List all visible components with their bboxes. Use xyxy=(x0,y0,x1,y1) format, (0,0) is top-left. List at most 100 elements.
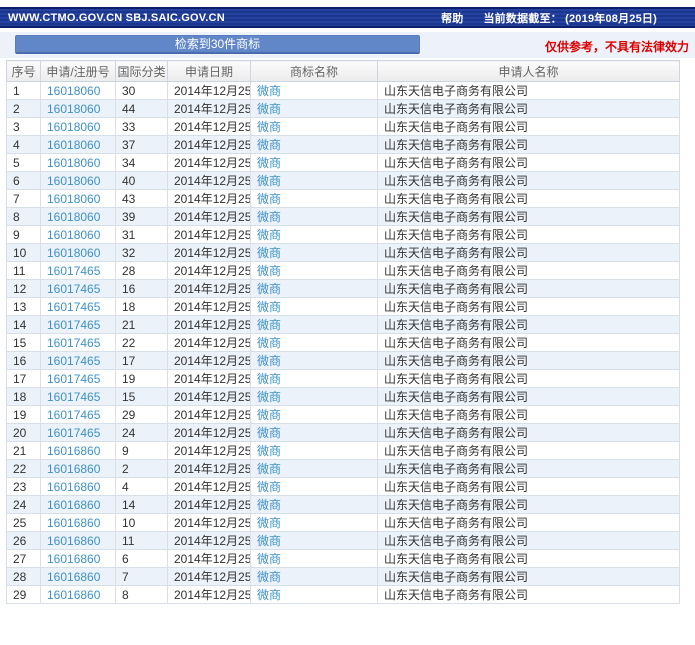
cell-trademark: 微商 xyxy=(251,226,378,244)
registration-number-link[interactable]: 16017465 xyxy=(47,354,100,368)
cell-intl-class: 30 xyxy=(116,82,168,100)
cell-date: 2014年12月25日 xyxy=(168,82,251,100)
trademark-name-link[interactable]: 微商 xyxy=(257,498,281,512)
registration-number-link[interactable]: 16016860 xyxy=(47,516,100,530)
table-row: 18 16017465 15 2014年12月25日 微商 山东天信电子商务有限… xyxy=(7,388,680,406)
registration-number-link[interactable]: 16018060 xyxy=(47,192,100,206)
cell-applicant: 山东天信电子商务有限公司 xyxy=(378,226,680,244)
cell-index: 8 xyxy=(7,208,41,226)
registration-number-link[interactable]: 16018060 xyxy=(47,156,100,170)
trademark-name-link[interactable]: 微商 xyxy=(257,228,281,242)
registration-number-link[interactable]: 16017465 xyxy=(47,390,100,404)
cell-trademark: 微商 xyxy=(251,586,378,604)
trademark-name-link[interactable]: 微商 xyxy=(257,426,281,440)
trademark-name-link[interactable]: 微商 xyxy=(257,174,281,188)
trademark-name-link[interactable]: 微商 xyxy=(257,210,281,224)
registration-number-link[interactable]: 16017465 xyxy=(47,408,100,422)
registration-number-link[interactable]: 16018060 xyxy=(47,246,100,260)
trademark-name-link[interactable]: 微商 xyxy=(257,156,281,170)
trademark-name-link[interactable]: 微商 xyxy=(257,390,281,404)
registration-number-link[interactable]: 16016860 xyxy=(47,498,100,512)
trademark-name-link[interactable]: 微商 xyxy=(257,516,281,530)
registration-number-link[interactable]: 16016860 xyxy=(47,480,100,494)
table-row: 21 16016860 9 2014年12月25日 微商 山东天信电子商务有限公… xyxy=(7,442,680,460)
trademark-name-link[interactable]: 微商 xyxy=(257,408,281,422)
trademark-name-link[interactable]: 微商 xyxy=(257,462,281,476)
trademark-name-link[interactable]: 微商 xyxy=(257,570,281,584)
cell-trademark: 微商 xyxy=(251,136,378,154)
registration-number-link[interactable]: 16017465 xyxy=(47,318,100,332)
trademark-name-link[interactable]: 微商 xyxy=(257,354,281,368)
trademark-name-link[interactable]: 微商 xyxy=(257,444,281,458)
registration-number-link[interactable]: 16018060 xyxy=(47,210,100,224)
trademark-name-link[interactable]: 微商 xyxy=(257,552,281,566)
cell-index: 13 xyxy=(7,298,41,316)
registration-number-link[interactable]: 16016860 xyxy=(47,534,100,548)
registration-number-link[interactable]: 16017465 xyxy=(47,300,100,314)
registration-number-link[interactable]: 16018060 xyxy=(47,174,100,188)
cell-reg-no: 16018060 xyxy=(41,244,116,262)
cell-index: 3 xyxy=(7,118,41,136)
table-row: 29 16016860 8 2014年12月25日 微商 山东天信电子商务有限公… xyxy=(7,586,680,604)
trademark-name-link[interactable]: 微商 xyxy=(257,282,281,296)
cell-applicant: 山东天信电子商务有限公司 xyxy=(378,532,680,550)
cell-date: 2014年12月25日 xyxy=(168,568,251,586)
cell-reg-no: 16018060 xyxy=(41,190,116,208)
cell-date: 2014年12月25日 xyxy=(168,406,251,424)
cell-date: 2014年12月25日 xyxy=(168,244,251,262)
trademark-name-link[interactable]: 微商 xyxy=(257,300,281,314)
trademark-name-link[interactable]: 微商 xyxy=(257,246,281,260)
cell-index: 4 xyxy=(7,136,41,154)
registration-number-link[interactable]: 16017465 xyxy=(47,372,100,386)
cell-applicant: 山东天信电子商务有限公司 xyxy=(378,154,680,172)
help-link[interactable]: 帮助 xyxy=(441,10,463,26)
cell-date: 2014年12月25日 xyxy=(168,100,251,118)
trademark-name-link[interactable]: 微商 xyxy=(257,192,281,206)
registration-number-link[interactable]: 16017465 xyxy=(47,282,100,296)
registration-number-link[interactable]: 16018060 xyxy=(47,138,100,152)
trademark-name-link[interactable]: 微商 xyxy=(257,102,281,116)
cell-applicant: 山东天信电子商务有限公司 xyxy=(378,424,680,442)
cell-applicant: 山东天信电子商务有限公司 xyxy=(378,334,680,352)
trademark-name-link[interactable]: 微商 xyxy=(257,120,281,134)
registration-number-link[interactable]: 16017465 xyxy=(47,426,100,440)
col-header-date: 申请日期 xyxy=(168,61,251,82)
cell-applicant: 山东天信电子商务有限公司 xyxy=(378,388,680,406)
cell-date: 2014年12月25日 xyxy=(168,442,251,460)
cell-index: 26 xyxy=(7,532,41,550)
registration-number-link[interactable]: 16018060 xyxy=(47,84,100,98)
cell-date: 2014年12月25日 xyxy=(168,154,251,172)
trademark-name-link[interactable]: 微商 xyxy=(257,534,281,548)
trademark-name-link[interactable]: 微商 xyxy=(257,138,281,152)
registration-number-link[interactable]: 16016860 xyxy=(47,462,100,476)
cell-index: 23 xyxy=(7,478,41,496)
registration-number-link[interactable]: 16016860 xyxy=(47,444,100,458)
cell-date: 2014年12月25日 xyxy=(168,118,251,136)
cell-reg-no: 16017465 xyxy=(41,262,116,280)
table-row: 17 16017465 19 2014年12月25日 微商 山东天信电子商务有限… xyxy=(7,370,680,388)
cell-reg-no: 16018060 xyxy=(41,118,116,136)
cell-applicant: 山东天信电子商务有限公司 xyxy=(378,370,680,388)
registration-number-link[interactable]: 16016860 xyxy=(47,588,100,602)
registration-number-link[interactable]: 16018060 xyxy=(47,102,100,116)
result-count-button[interactable]: 检索到30件商标 xyxy=(15,35,420,54)
trademark-name-link[interactable]: 微商 xyxy=(257,588,281,602)
trademark-name-link[interactable]: 微商 xyxy=(257,336,281,350)
table-row: 3 16018060 33 2014年12月25日 微商 山东天信电子商务有限公… xyxy=(7,118,680,136)
trademark-name-link[interactable]: 微商 xyxy=(257,372,281,386)
trademark-name-link[interactable]: 微商 xyxy=(257,480,281,494)
trademark-name-link[interactable]: 微商 xyxy=(257,264,281,278)
trademark-name-link[interactable]: 微商 xyxy=(257,84,281,98)
registration-number-link[interactable]: 16016860 xyxy=(47,552,100,566)
registration-number-link[interactable]: 16017465 xyxy=(47,336,100,350)
cell-trademark: 微商 xyxy=(251,208,378,226)
cell-intl-class: 9 xyxy=(116,442,168,460)
registration-number-link[interactable]: 16017465 xyxy=(47,264,100,278)
trademark-name-link[interactable]: 微商 xyxy=(257,318,281,332)
registration-number-link[interactable]: 16018060 xyxy=(47,228,100,242)
cell-index: 1 xyxy=(7,82,41,100)
registration-number-link[interactable]: 16018060 xyxy=(47,120,100,134)
cell-index: 28 xyxy=(7,568,41,586)
registration-number-link[interactable]: 16016860 xyxy=(47,570,100,584)
cell-date: 2014年12月25日 xyxy=(168,172,251,190)
